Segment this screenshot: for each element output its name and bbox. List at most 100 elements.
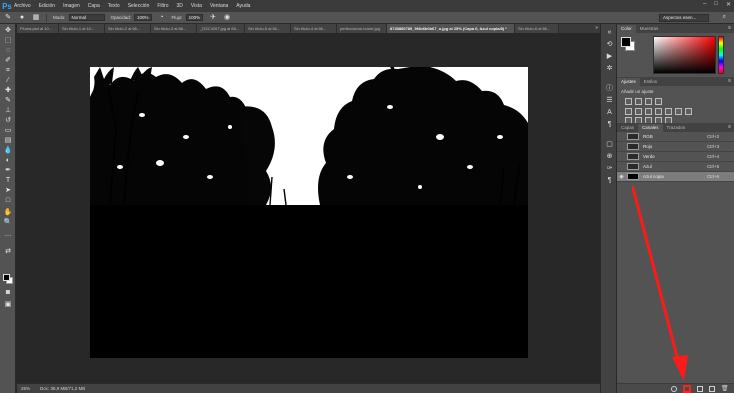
menu-ventana[interactable]: Ventana bbox=[210, 3, 228, 9]
menu-ayuda[interactable]: Ayuda bbox=[236, 3, 250, 9]
character-icon[interactable]: A bbox=[605, 108, 614, 117]
menu-archivo[interactable]: Archivo bbox=[14, 3, 31, 9]
brush-tool-icon[interactable]: ✎ bbox=[4, 14, 12, 22]
menu-capa[interactable]: Capa bbox=[88, 3, 100, 9]
menu-3d[interactable]: 3D bbox=[177, 3, 183, 9]
panel-menu-icon[interactable]: ≡ bbox=[728, 24, 731, 33]
photoshop-logo[interactable]: Ps bbox=[0, 0, 14, 12]
document-tab[interactable]: _DSC4267.jpg al 66... bbox=[197, 24, 245, 33]
close-icon[interactable]: ✕ bbox=[726, 1, 731, 8]
clone-stamp-tool-icon[interactable]: ⊥ bbox=[3, 107, 13, 115]
lasso-tool-icon[interactable]: ◌ bbox=[3, 47, 13, 55]
airbrush-icon[interactable]: ✈ bbox=[209, 14, 217, 22]
document-tab[interactable]: Sin título-2 al 66... bbox=[105, 24, 151, 33]
swap-colors-icon[interactable]: ⇄ bbox=[3, 248, 13, 256]
vibrance-icon[interactable] bbox=[625, 108, 632, 115]
panel-menu-icon[interactable]: ≡ bbox=[728, 77, 731, 86]
actions-icon[interactable]: ▶ bbox=[605, 52, 614, 61]
pressure-opacity-icon[interactable]: ◔ bbox=[158, 14, 166, 22]
levels-icon[interactable] bbox=[635, 98, 642, 105]
panel-menu-icon[interactable]: ≡ bbox=[728, 123, 731, 132]
dodge-tool-icon[interactable]: ◐ bbox=[3, 157, 13, 165]
menu-filtro[interactable]: Filtro bbox=[157, 3, 168, 9]
hand-tool-icon[interactable]: ✋ bbox=[3, 209, 13, 217]
more-tabs-icon[interactable]: » bbox=[595, 24, 598, 33]
paragraph-icon[interactable]: ¶ bbox=[605, 120, 614, 129]
color-balance-icon[interactable] bbox=[645, 108, 652, 115]
channel-row[interactable]: Azul Ctrl+5 bbox=[617, 162, 734, 172]
tab-layers[interactable]: Capas bbox=[617, 124, 638, 132]
opacity-field[interactable]: 100% bbox=[134, 14, 152, 21]
channel-row[interactable]: Rojo Ctrl+3 bbox=[617, 142, 734, 152]
edit-toolbar-icon[interactable]: … bbox=[3, 231, 13, 239]
zoom-tool-icon[interactable]: 🔍 bbox=[3, 219, 13, 227]
document-tab[interactable]: Sin título-3 al 66... bbox=[151, 24, 197, 33]
move-tool-icon[interactable]: ✥ bbox=[3, 27, 13, 35]
quick-mask-icon[interactable]: ◙ bbox=[3, 289, 13, 297]
curves-icon[interactable] bbox=[645, 98, 652, 105]
tab-swatches[interactable]: Muestras bbox=[636, 25, 663, 33]
rectangle-tool-icon[interactable]: □ bbox=[3, 197, 13, 205]
channel-mixer-icon[interactable] bbox=[675, 108, 682, 115]
load-channel-as-selection-icon[interactable] bbox=[671, 386, 677, 392]
trash-icon[interactable]: 🗑 bbox=[721, 385, 729, 392]
channel-row[interactable]: RGB Ctrl+2 bbox=[617, 132, 734, 142]
mode-select[interactable]: Normal bbox=[68, 14, 105, 21]
duplicate-channel-icon[interactable] bbox=[709, 386, 715, 392]
document-tab[interactable]: Sin título-4 al 66... bbox=[291, 24, 337, 33]
search-icon[interactable]: ⌕ bbox=[723, 14, 726, 21]
collapse-arrows-icon[interactable]: « bbox=[605, 28, 614, 37]
path-selection-tool-icon[interactable]: ➤ bbox=[3, 187, 13, 195]
photo-filter-icon[interactable] bbox=[665, 108, 672, 115]
menu-seleccion[interactable]: Selección bbox=[128, 3, 150, 9]
brush-preset-icon[interactable]: ● bbox=[18, 14, 26, 22]
tab-styles[interactable]: Estilos bbox=[640, 78, 661, 86]
workspace-select[interactable]: Aspectos esen... bbox=[659, 14, 709, 22]
hue-slider[interactable] bbox=[718, 36, 724, 74]
blur-tool-icon[interactable]: 💧 bbox=[3, 147, 13, 155]
document-tab[interactable]: Pluma.psd al 10... bbox=[17, 24, 59, 33]
channel-row[interactable]: Verde Ctrl+4 bbox=[617, 152, 734, 162]
foreground-color-chip[interactable] bbox=[621, 37, 631, 47]
zoom-level[interactable]: 25% bbox=[21, 386, 30, 391]
eyedropper-tool-icon[interactable]: ⁄ bbox=[3, 77, 13, 85]
marquee-tool-icon[interactable]: ⬚ bbox=[3, 37, 13, 45]
document-tab-active[interactable]: 8745880789_9f4b6b0b67_o.jpg al 25% (Capa… bbox=[387, 24, 515, 33]
screen-mode-icon[interactable]: ▣ bbox=[3, 301, 13, 309]
brush-tool-icon[interactable]: ✎ bbox=[3, 97, 13, 105]
tab-adjustments[interactable]: Ajustes bbox=[617, 78, 640, 86]
document-tab[interactable]: perfeccionar-borde.jpg bbox=[337, 24, 387, 33]
channel-row-selected[interactable]: ◉ Azul copia Ctrl+6 bbox=[617, 172, 734, 182]
document-tab[interactable]: Sin título-6 al 66... bbox=[515, 24, 559, 33]
history-icon[interactable]: ⟲ bbox=[605, 40, 614, 49]
tab-paths[interactable]: Trazados bbox=[663, 124, 690, 132]
document-tab[interactable]: Sin título-1 al 10... bbox=[59, 24, 105, 33]
eraser-tool-icon[interactable]: ▭ bbox=[3, 127, 13, 135]
black-white-icon[interactable] bbox=[655, 108, 662, 115]
glyphs-icon[interactable]: ¶ bbox=[605, 176, 614, 185]
menu-texto[interactable]: Texto bbox=[108, 3, 120, 9]
brush-panel-icon[interactable]: ▦ bbox=[32, 14, 40, 22]
brightness-contrast-icon[interactable] bbox=[625, 98, 632, 105]
document-image[interactable] bbox=[90, 67, 528, 358]
hue-saturation-icon[interactable] bbox=[635, 108, 642, 115]
history-brush-tool-icon[interactable]: ↺ bbox=[3, 117, 13, 125]
info-icon[interactable]: ⓘ bbox=[605, 84, 614, 93]
pen-tool-icon[interactable]: ✒ bbox=[3, 167, 13, 175]
new-channel-icon[interactable] bbox=[697, 386, 703, 392]
crop-tool-icon[interactable]: ⌗ bbox=[3, 67, 13, 75]
color-lookup-icon[interactable] bbox=[685, 108, 692, 115]
canvas-area[interactable] bbox=[17, 33, 600, 383]
color-spectrum-field[interactable] bbox=[653, 36, 716, 74]
flow-field[interactable]: 100% bbox=[185, 14, 204, 21]
gradient-tool-icon[interactable]: ▤ bbox=[3, 137, 13, 145]
properties-icon[interactable]: ☰ bbox=[605, 96, 614, 105]
menu-imagen[interactable]: Imagen bbox=[63, 3, 80, 9]
save-selection-as-channel-icon[interactable] bbox=[684, 386, 690, 392]
healing-tool-icon[interactable]: ✚ bbox=[3, 87, 13, 95]
pressure-size-icon[interactable]: ◉ bbox=[223, 14, 231, 22]
quick-selection-tool-icon[interactable]: ✐ bbox=[3, 57, 13, 65]
type-tool-icon[interactable]: T bbox=[3, 177, 13, 185]
menu-vista[interactable]: Vista bbox=[191, 3, 202, 9]
menu-edicion[interactable]: Edición bbox=[39, 3, 55, 9]
